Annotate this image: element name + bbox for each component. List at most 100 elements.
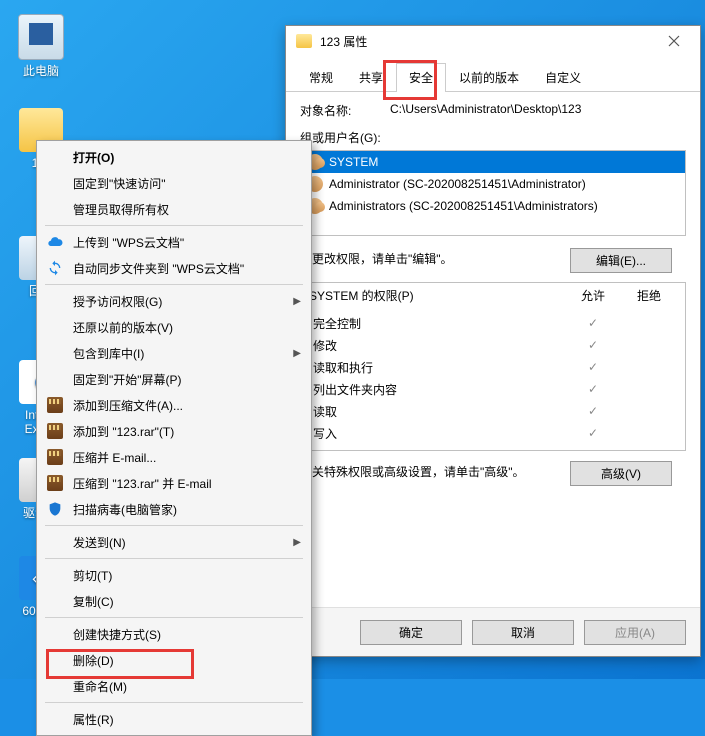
computer-icon	[18, 14, 64, 60]
menu-item-label: 创建快捷方式(S)	[73, 626, 161, 643]
permission-name: 完全控制	[309, 315, 565, 332]
menu-item-pin-quick[interactable]: 固定到"快速访问"	[39, 170, 309, 196]
context-menu: 打开(O) 固定到"快速访问" 管理员取得所有权上传到 "WPS云文档" 自动同步文件…	[36, 140, 312, 736]
rar-icon	[45, 473, 65, 493]
menu-item-admin-own[interactable]: 管理员取得所有权	[39, 196, 309, 222]
title-bar[interactable]: 123 属性	[286, 26, 700, 56]
permission-name: 写入	[309, 425, 565, 442]
permission-row: 写入✓	[309, 422, 677, 444]
menu-item-rar-email-named[interactable]: 压缩到 "123.rar" 并 E-mail	[39, 470, 309, 496]
tab-previous-versions[interactable]: 以前的版本	[446, 63, 532, 92]
submenu-arrow-icon: ▶	[293, 348, 301, 359]
allow-check-icon: ✓	[565, 360, 621, 374]
permission-row: 读取✓	[309, 400, 677, 422]
menu-item-scan[interactable]: 扫描病毒(电脑管家)	[39, 496, 309, 522]
menu-item-upload-wps[interactable]: 上传到 "WPS云文档"	[39, 229, 309, 255]
menu-item-label: 固定到"快速访问"	[73, 175, 166, 192]
permissions-panel: SYSTEM 的权限(P) 允许 拒绝 完全控制✓修改✓读取和执行✓列出文件夹内…	[300, 282, 686, 451]
menu-item-label: 属性(R)	[73, 711, 114, 728]
allow-check-icon: ✓	[565, 426, 621, 440]
menu-separator	[45, 702, 303, 703]
menu-item-rar-email[interactable]: 压缩并 E-mail...	[39, 444, 309, 470]
close-button[interactable]	[654, 28, 694, 54]
menu-item-label: 扫描病毒(电脑管家)	[73, 501, 177, 518]
list-item[interactable]: SYSTEM	[301, 151, 685, 173]
advanced-hint: 有关特殊权限或高级设置，请单击"高级"。	[300, 465, 525, 479]
deny-header: 拒绝	[621, 287, 677, 304]
permission-name: 修改	[309, 337, 565, 354]
menu-separator	[45, 617, 303, 618]
edit-hint: 要更改权限，请单击"编辑"。	[300, 252, 453, 266]
menu-item-label: 添加到 "123.rar"(T)	[73, 423, 174, 440]
desktop: 此电脑 1… 回… e Inte… Exp… 驱动… ◈ 60驱… 123 属性…	[0, 0, 705, 679]
menu-item-label: 打开(O)	[73, 149, 114, 166]
menu-item-properties[interactable]: 属性(R)	[39, 706, 309, 732]
menu-item-rar-add[interactable]: 添加到压缩文件(A)...	[39, 392, 309, 418]
ok-button[interactable]: 确定	[360, 620, 462, 645]
menu-item-grant-access[interactable]: 授予访问权限(G) ▶	[39, 288, 309, 314]
close-icon	[668, 35, 680, 47]
rar-icon	[45, 447, 65, 467]
window-title: 123 属性	[320, 33, 654, 50]
rar-icon	[45, 421, 65, 441]
desktop-icon-label: 此电脑	[6, 64, 76, 78]
menu-separator	[45, 558, 303, 559]
menu-item-label: 重命名(M)	[73, 678, 127, 695]
object-path: C:\Users\Administrator\Desktop\123	[390, 102, 581, 119]
advanced-button[interactable]: 高级(V)	[570, 461, 672, 486]
menu-item-send-to[interactable]: 发送到(N)▶	[39, 529, 309, 555]
menu-item-label: 自动同步文件夹到 "WPS云文档"	[73, 260, 244, 277]
tab-customize[interactable]: 自定义	[532, 63, 594, 92]
permission-name: 读取	[309, 403, 565, 420]
menu-item-pin-start[interactable]: 固定到"开始"屏幕(P)	[39, 366, 309, 392]
menu-item-open[interactable]: 打开(O)	[39, 144, 309, 170]
permission-row: 完全控制✓	[309, 312, 677, 334]
menu-item-label: 管理员取得所有权	[73, 201, 169, 218]
menu-item-delete[interactable]: 删除(D)	[39, 647, 309, 673]
permissions-header: SYSTEM 的权限(P)	[309, 287, 565, 304]
menu-item-label: 添加到压缩文件(A)...	[73, 397, 183, 414]
tab-security[interactable]: 安全	[396, 63, 446, 92]
menu-item-label: 固定到"开始"屏幕(P)	[73, 371, 182, 388]
apply-button[interactable]: 应用(A)	[584, 620, 686, 645]
menu-item-label: 压缩到 "123.rar" 并 E-mail	[73, 475, 212, 492]
permission-name: 读取和执行	[309, 359, 565, 376]
submenu-arrow-icon: ▶	[293, 296, 301, 307]
menu-item-rename[interactable]: 重命名(M)	[39, 673, 309, 699]
tab-sharing[interactable]: 共享	[346, 63, 396, 92]
sync-icon	[45, 258, 65, 278]
list-item[interactable]: Administrators (SC-202008251451\Administ…	[301, 195, 685, 217]
menu-item-label: 压缩并 E-mail...	[73, 449, 156, 466]
tab-general[interactable]: 常规	[296, 63, 346, 92]
shield-icon	[45, 499, 65, 519]
menu-item-label: 授予访问权限(G)	[73, 293, 162, 310]
permission-name: 列出文件夹内容	[309, 381, 565, 398]
dialog-body: 对象名称: C:\Users\Administrator\Desktop\123…	[286, 92, 700, 668]
menu-separator	[45, 525, 303, 526]
menu-item-restore-ver[interactable]: 还原以前的版本(V)	[39, 314, 309, 340]
object-name-label: 对象名称:	[300, 102, 390, 119]
menu-item-label: 包含到库中(I)	[73, 345, 144, 362]
group-users-list[interactable]: SYSTEM Administrator (SC-202008251451\Ad…	[300, 150, 686, 236]
menu-item-copy[interactable]: 复制(C)	[39, 588, 309, 614]
desktop-icon-pc[interactable]: 此电脑	[6, 14, 76, 78]
cancel-button[interactable]: 取消	[472, 620, 574, 645]
properties-dialog: 123 属性 常规 共享 安全 以前的版本 自定义 对象名称: C:\Users…	[285, 25, 701, 657]
menu-item-cut[interactable]: 剪切(T)	[39, 562, 309, 588]
edit-button[interactable]: 编辑(E)...	[570, 248, 672, 273]
allow-check-icon: ✓	[565, 404, 621, 418]
permission-row: 读取和执行✓	[309, 356, 677, 378]
menu-item-sync-wps[interactable]: 自动同步文件夹到 "WPS云文档"	[39, 255, 309, 281]
list-item-label: Administrator (SC-202008251451\Administr…	[329, 177, 586, 191]
list-item-label: SYSTEM	[329, 155, 378, 169]
allow-check-icon: ✓	[565, 316, 621, 330]
menu-item-rar-add-named[interactable]: 添加到 "123.rar"(T)	[39, 418, 309, 444]
menu-item-shortcut[interactable]: 创建快捷方式(S)	[39, 621, 309, 647]
menu-item-label: 剪切(T)	[73, 567, 112, 584]
permission-row: 修改✓	[309, 334, 677, 356]
list-item[interactable]: Administrator (SC-202008251451\Administr…	[301, 173, 685, 195]
menu-item-label: 上传到 "WPS云文档"	[73, 234, 184, 251]
menu-item-label: 发送到(N)	[73, 534, 126, 551]
allow-header: 允许	[565, 287, 621, 304]
menu-item-include-lib[interactable]: 包含到库中(I) ▶	[39, 340, 309, 366]
